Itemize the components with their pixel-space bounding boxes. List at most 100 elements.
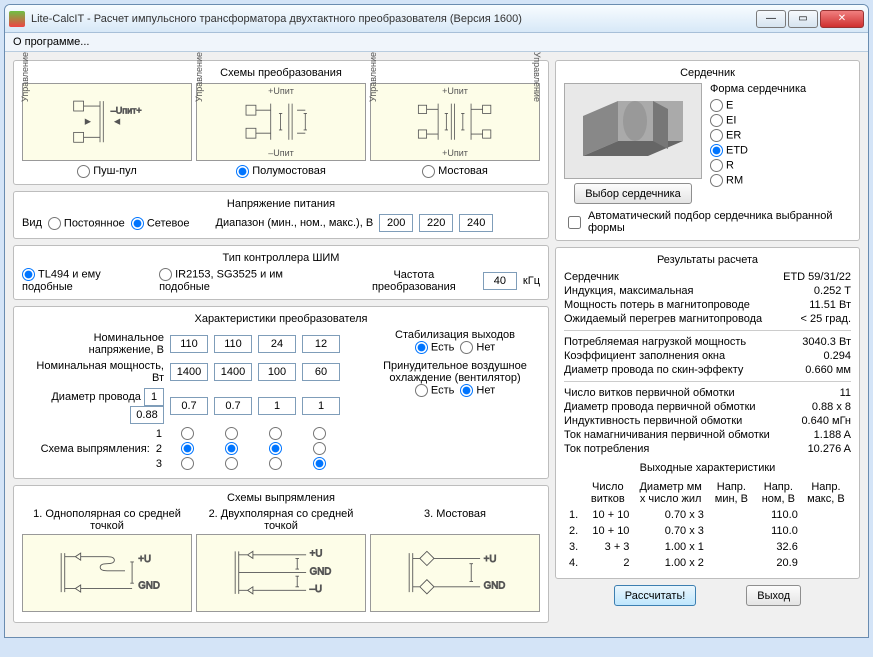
scheme-pushpull-radio[interactable]: Пуш-пул — [77, 165, 137, 177]
app-window: Lite-CalcIT - Расчет импульсного трансфо… — [4, 4, 869, 638]
rect-r3c4[interactable] — [313, 457, 326, 470]
v4-input[interactable] — [302, 335, 340, 353]
scheme-halfbridge-image: Управление +Uпит –Uпит — [196, 83, 366, 161]
rect-r3c3[interactable] — [269, 457, 282, 470]
panel-core: Сердечник Выбор сердечника Форма сердечн… — [555, 60, 860, 241]
calculate-button[interactable]: Рассчитать! — [614, 585, 696, 606]
result-row: Коэффициент заполнения окна0.294 — [564, 349, 851, 363]
results-title: Результаты расчета — [564, 254, 851, 266]
rect-title: Схемы выпрямления — [22, 492, 540, 504]
scheme-halfbridge-radio[interactable]: Полумостовая — [236, 165, 326, 177]
stab-yes-radio[interactable]: Есть — [415, 341, 454, 354]
svg-text:GND: GND — [309, 567, 331, 578]
stab-title: Стабилизация выходов — [370, 329, 540, 341]
rect-r2c3[interactable] — [269, 442, 282, 455]
pwm-ir2153-radio[interactable]: IR2153, SG3525 и им подобные — [159, 268, 335, 293]
minimize-button[interactable]: — — [756, 10, 786, 28]
result-row: Индукция, максимальная0.252 T — [564, 284, 851, 298]
v2-input[interactable] — [214, 335, 252, 353]
rect-r2c2[interactable] — [225, 442, 238, 455]
p2-input[interactable] — [214, 363, 252, 381]
choose-core-button[interactable]: Выбор сердечника — [574, 183, 692, 204]
result-row: Число витков первичной обмотки11 — [564, 386, 851, 400]
output-row: 2.10 + 100.70 x 3110.0 — [566, 524, 849, 538]
menu-about[interactable]: О программе... — [13, 36, 89, 48]
core-title: Сердечник — [564, 67, 851, 79]
rect-r3c2[interactable] — [225, 457, 238, 470]
core-er-radio[interactable]: ER — [710, 129, 806, 142]
pwm-freq-input[interactable] — [483, 272, 517, 290]
rect1-image: +UGND — [22, 534, 192, 612]
pwm-title: Тип контроллера ШИМ — [22, 252, 540, 264]
supply-dc-radio[interactable]: Постоянное — [48, 217, 125, 230]
d3-input[interactable] — [258, 397, 296, 415]
result-row: Ожидаемый перегрев магнитопровода< 25 гр… — [564, 312, 851, 326]
core-e-radio[interactable]: E — [710, 99, 806, 112]
svg-text:+U: +U — [309, 549, 322, 560]
result-row: Ток потребления10.276 A — [564, 442, 851, 456]
output-row: 3.3 + 31.00 x 132.6 — [566, 540, 849, 554]
d2-input[interactable] — [214, 397, 252, 415]
core-ei-radio[interactable]: EI — [710, 114, 806, 127]
supply-min-input[interactable] — [379, 214, 413, 232]
cooling-no-radio[interactable]: Нет — [460, 384, 495, 397]
svg-text:+U: +U — [138, 554, 151, 565]
svg-text:–Uпит+: –Uпит+ — [111, 106, 142, 116]
v3-input[interactable] — [258, 335, 296, 353]
core-r-radio[interactable]: R — [710, 159, 806, 172]
d4-input[interactable] — [302, 397, 340, 415]
cooling-title: Принудительное воздушное охлаждение (вен… — [370, 360, 540, 384]
d1-input[interactable] — [170, 397, 208, 415]
p1-input[interactable] — [170, 363, 208, 381]
panel-supply: Напряжение питания Вид Постоянное Сетево… — [13, 191, 549, 239]
rect-r1c1[interactable] — [181, 427, 194, 440]
output-row: 4.21.00 x 220.9 — [566, 556, 849, 570]
p3-input[interactable] — [258, 363, 296, 381]
rect2-image: +U GND –U — [196, 534, 366, 612]
exit-button[interactable]: Выход — [746, 585, 801, 606]
scheme-pushpull-image: Управление –Uпит+ — [22, 83, 192, 161]
result-row: Индуктивность первичной обмотки0.640 мГн — [564, 414, 851, 428]
rect-r1c2[interactable] — [225, 427, 238, 440]
svg-text:GND: GND — [483, 581, 505, 592]
supply-title: Напряжение питания — [22, 198, 540, 210]
supply-max-input[interactable] — [459, 214, 493, 232]
panel-schemes: Схемы преобразования Управление –Uпит+ П… — [13, 60, 549, 185]
primary-wire-n[interactable] — [144, 388, 164, 406]
scheme-bridge-radio[interactable]: Мостовая — [422, 165, 488, 177]
char-table: Номинальное напряжение, В Номинальная мо… — [22, 329, 344, 472]
supply-ac-radio[interactable]: Сетевое — [131, 217, 190, 230]
rect-r1c4[interactable] — [313, 427, 326, 440]
char-title: Характеристики преобразователя — [22, 313, 540, 325]
svg-text:–U: –U — [309, 585, 321, 596]
rect-r2c4[interactable] — [313, 442, 326, 455]
supply-nom-input[interactable] — [419, 214, 453, 232]
core-etd-radio[interactable]: ETD — [710, 144, 806, 157]
close-button[interactable]: ✕ — [820, 10, 864, 28]
core-rm-radio[interactable]: RM — [710, 174, 806, 187]
app-icon — [9, 11, 25, 27]
rect-r3c1[interactable] — [181, 457, 194, 470]
out-title: Выходные характеристики — [564, 462, 851, 474]
svg-text:+U: +U — [483, 554, 496, 565]
supply-kind-label: Вид — [22, 217, 42, 229]
auto-core-checkbox[interactable] — [568, 216, 581, 229]
v1-input[interactable] — [170, 335, 208, 353]
window-title: Lite-CalcIT - Расчет импульсного трансфо… — [31, 13, 756, 25]
cooling-yes-radio[interactable]: Есть — [415, 384, 454, 397]
rect3-image: +U GND — [370, 534, 540, 612]
pwm-freq-unit: кГц — [523, 275, 540, 287]
result-row: Ток намагничивания первичной обмотки1.18… — [564, 428, 851, 442]
primary-wire-d[interactable] — [130, 406, 164, 424]
maximize-button[interactable]: ▭ — [788, 10, 818, 28]
stab-no-radio[interactable]: Нет — [460, 341, 495, 354]
panel-results: Результаты расчета СердечникETD 59/31/22… — [555, 247, 860, 579]
pwm-tl494-radio[interactable]: TL494 и ему подобные — [22, 268, 153, 293]
rect-r1c3[interactable] — [269, 427, 282, 440]
panel-characteristics: Характеристики преобразователя Номинальн… — [13, 306, 549, 479]
title-bar[interactable]: Lite-CalcIT - Расчет импульсного трансфо… — [5, 5, 868, 33]
core-image — [564, 83, 702, 179]
panel-rect-schemes: Схемы выпрямления 1. Однополярная со сре… — [13, 485, 549, 623]
rect-r2c1[interactable] — [181, 442, 194, 455]
p4-input[interactable] — [302, 363, 340, 381]
